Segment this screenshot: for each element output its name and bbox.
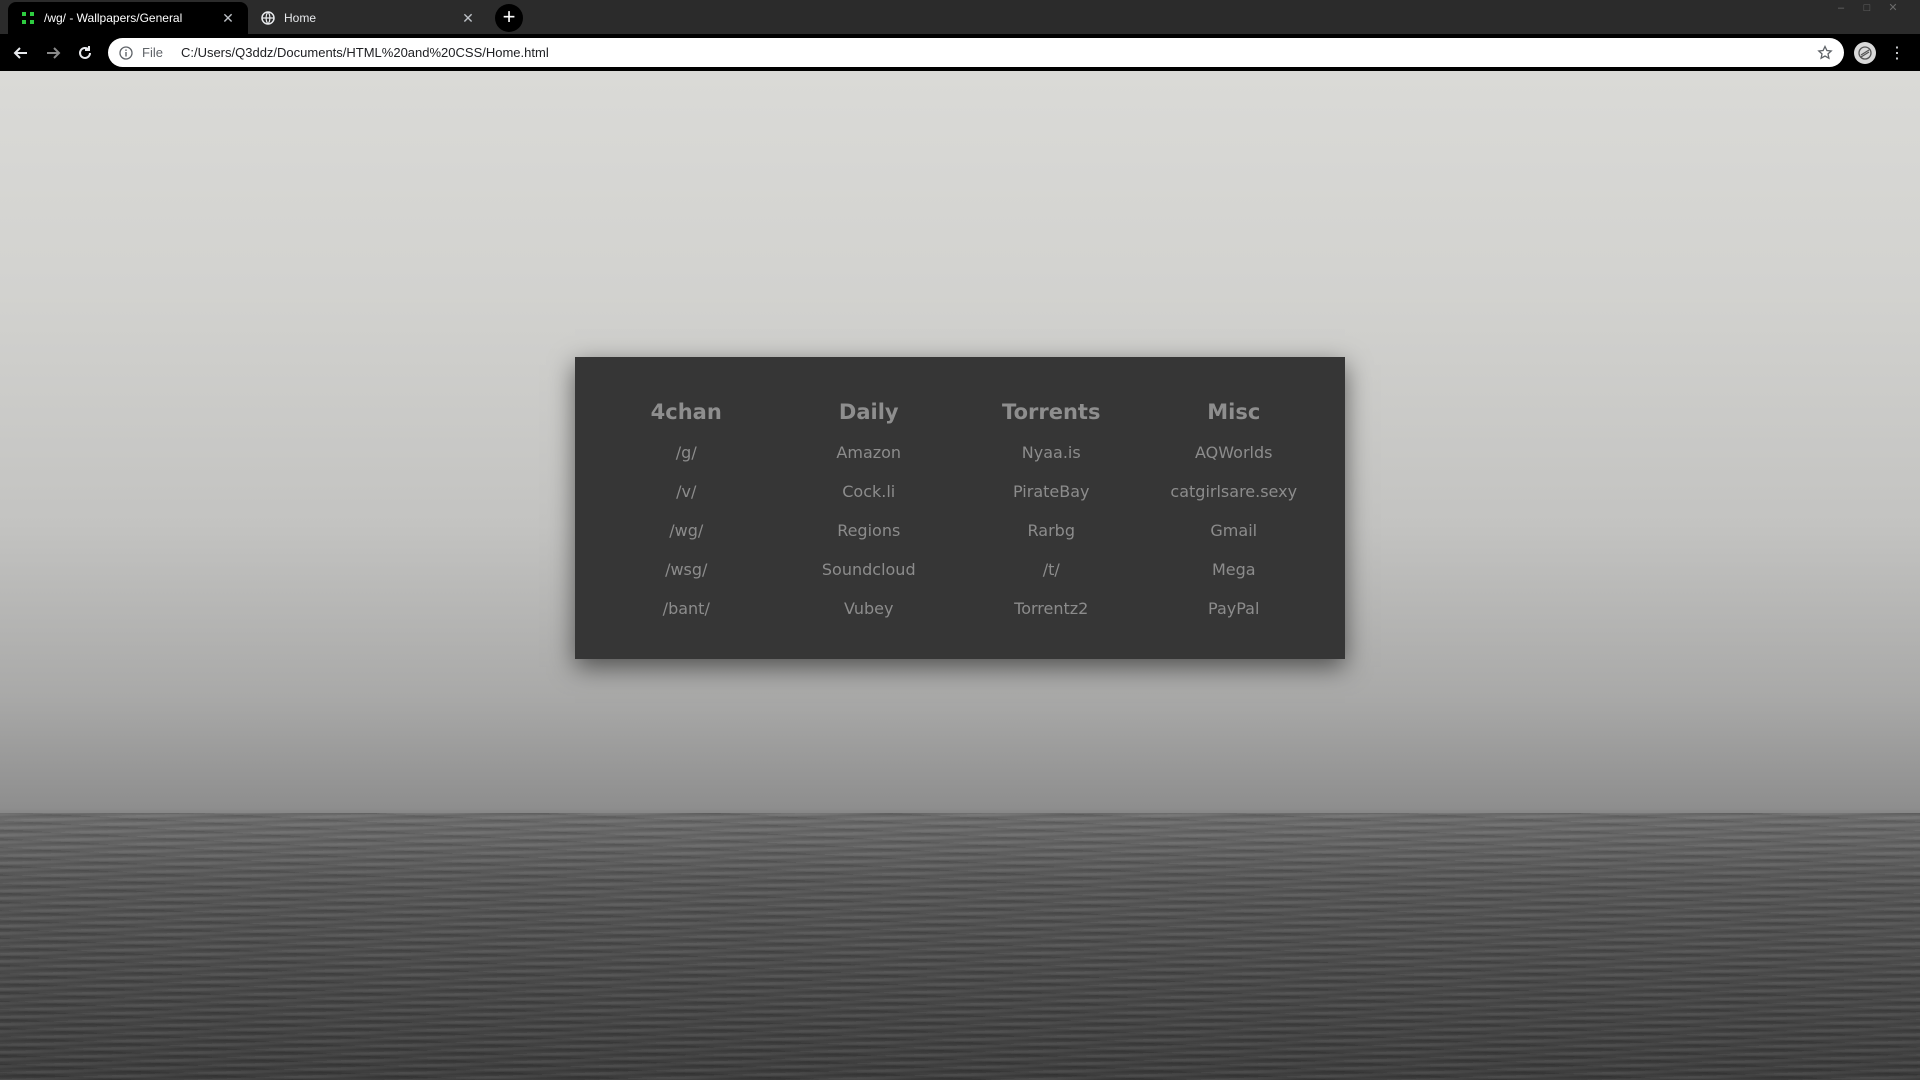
sea-wallpaper — [0, 813, 1920, 1080]
link-item[interactable]: AQWorlds — [1143, 439, 1326, 478]
link-item[interactable]: Gmail — [1143, 517, 1326, 556]
column-title: Daily — [838, 400, 899, 424]
tab-home[interactable]: Home ✕ — [248, 2, 488, 34]
close-window-button[interactable]: ✕ — [1880, 0, 1906, 18]
link-item[interactable]: PayPal — [1143, 595, 1326, 634]
page-background: 4chan /g/ /v/ /wg/ /wsg/ /bant/ Daily Am… — [0, 71, 1920, 1080]
link-item[interactable]: /wg/ — [595, 517, 778, 556]
back-arrow-icon — [13, 47, 27, 59]
close-icon[interactable]: ✕ — [460, 10, 476, 26]
link-item[interactable]: Amazon — [778, 439, 961, 478]
column-misc: Misc AQWorlds catgirlsare.sexy Gmail Meg… — [1143, 395, 1326, 659]
link-item[interactable]: Cock.li — [778, 478, 961, 517]
maximize-button[interactable]: □ — [1854, 0, 1880, 18]
link-item[interactable]: Nyaa.is — [960, 439, 1143, 478]
column-4chan: 4chan /g/ /v/ /wg/ /wsg/ /bant/ — [595, 395, 778, 659]
column-title: 4chan — [650, 400, 722, 424]
link-item[interactable]: catgirlsare.sexy — [1143, 478, 1326, 517]
tab-strip: /wg/ - Wallpapers/General ✕ Home ✕ + – □… — [0, 0, 1920, 34]
info-icon[interactable] — [118, 45, 134, 61]
reload-button[interactable] — [72, 40, 98, 66]
link-item[interactable]: Vubey — [778, 595, 961, 634]
toolbar: File C:/Users/Q3ddz/Documents/HTML%20and… — [0, 34, 1920, 71]
forward-button[interactable] — [40, 40, 66, 66]
new-tab-button[interactable]: + — [495, 4, 523, 32]
link-item[interactable]: PirateBay — [960, 478, 1143, 517]
address-bar[interactable]: File C:/Users/Q3ddz/Documents/HTML%20and… — [108, 38, 1844, 67]
back-button[interactable] — [8, 40, 34, 66]
url-scheme: File — [142, 45, 163, 60]
link-item[interactable]: /v/ — [595, 478, 778, 517]
link-item[interactable]: Soundcloud — [778, 556, 961, 595]
column-daily: Daily Amazon Cock.li Regions Soundcloud … — [778, 395, 961, 659]
reload-icon — [79, 46, 91, 59]
close-icon[interactable]: ✕ — [220, 10, 236, 26]
column-title: Misc — [1207, 400, 1261, 424]
links-panel: 4chan /g/ /v/ /wg/ /wsg/ /bant/ Daily Am… — [575, 357, 1345, 659]
url-text[interactable]: C:/Users/Q3ddz/Documents/HTML%20and%20CS… — [181, 45, 1816, 60]
tab-title: /wg/ - Wallpapers/General — [44, 11, 183, 25]
link-item[interactable]: /g/ — [595, 439, 778, 478]
bookmark-star-icon[interactable] — [1816, 44, 1834, 62]
tab-wallpapers-general[interactable]: /wg/ - Wallpapers/General ✕ — [8, 2, 248, 34]
forward-arrow-icon — [47, 47, 61, 59]
minimize-button[interactable]: – — [1828, 0, 1854, 18]
link-item[interactable]: Torrentz2 — [960, 595, 1143, 634]
link-item[interactable]: Mega — [1143, 556, 1326, 595]
menu-kebab-icon[interactable]: ⋮ — [1886, 42, 1908, 64]
extension-icon[interactable] — [1854, 42, 1876, 64]
column-torrents: Torrents Nyaa.is PirateBay Rarbg /t/ Tor… — [960, 395, 1143, 659]
globe-icon — [260, 10, 276, 26]
link-item[interactable]: Rarbg — [960, 517, 1143, 556]
link-item[interactable]: Regions — [778, 517, 961, 556]
link-item[interactable]: /wsg/ — [595, 556, 778, 595]
link-item[interactable]: /bant/ — [595, 595, 778, 634]
tab-title: Home — [284, 11, 317, 25]
column-title: Torrents — [1002, 400, 1101, 424]
4chan-favicon-icon — [20, 10, 36, 26]
link-item[interactable]: /t/ — [960, 556, 1143, 595]
